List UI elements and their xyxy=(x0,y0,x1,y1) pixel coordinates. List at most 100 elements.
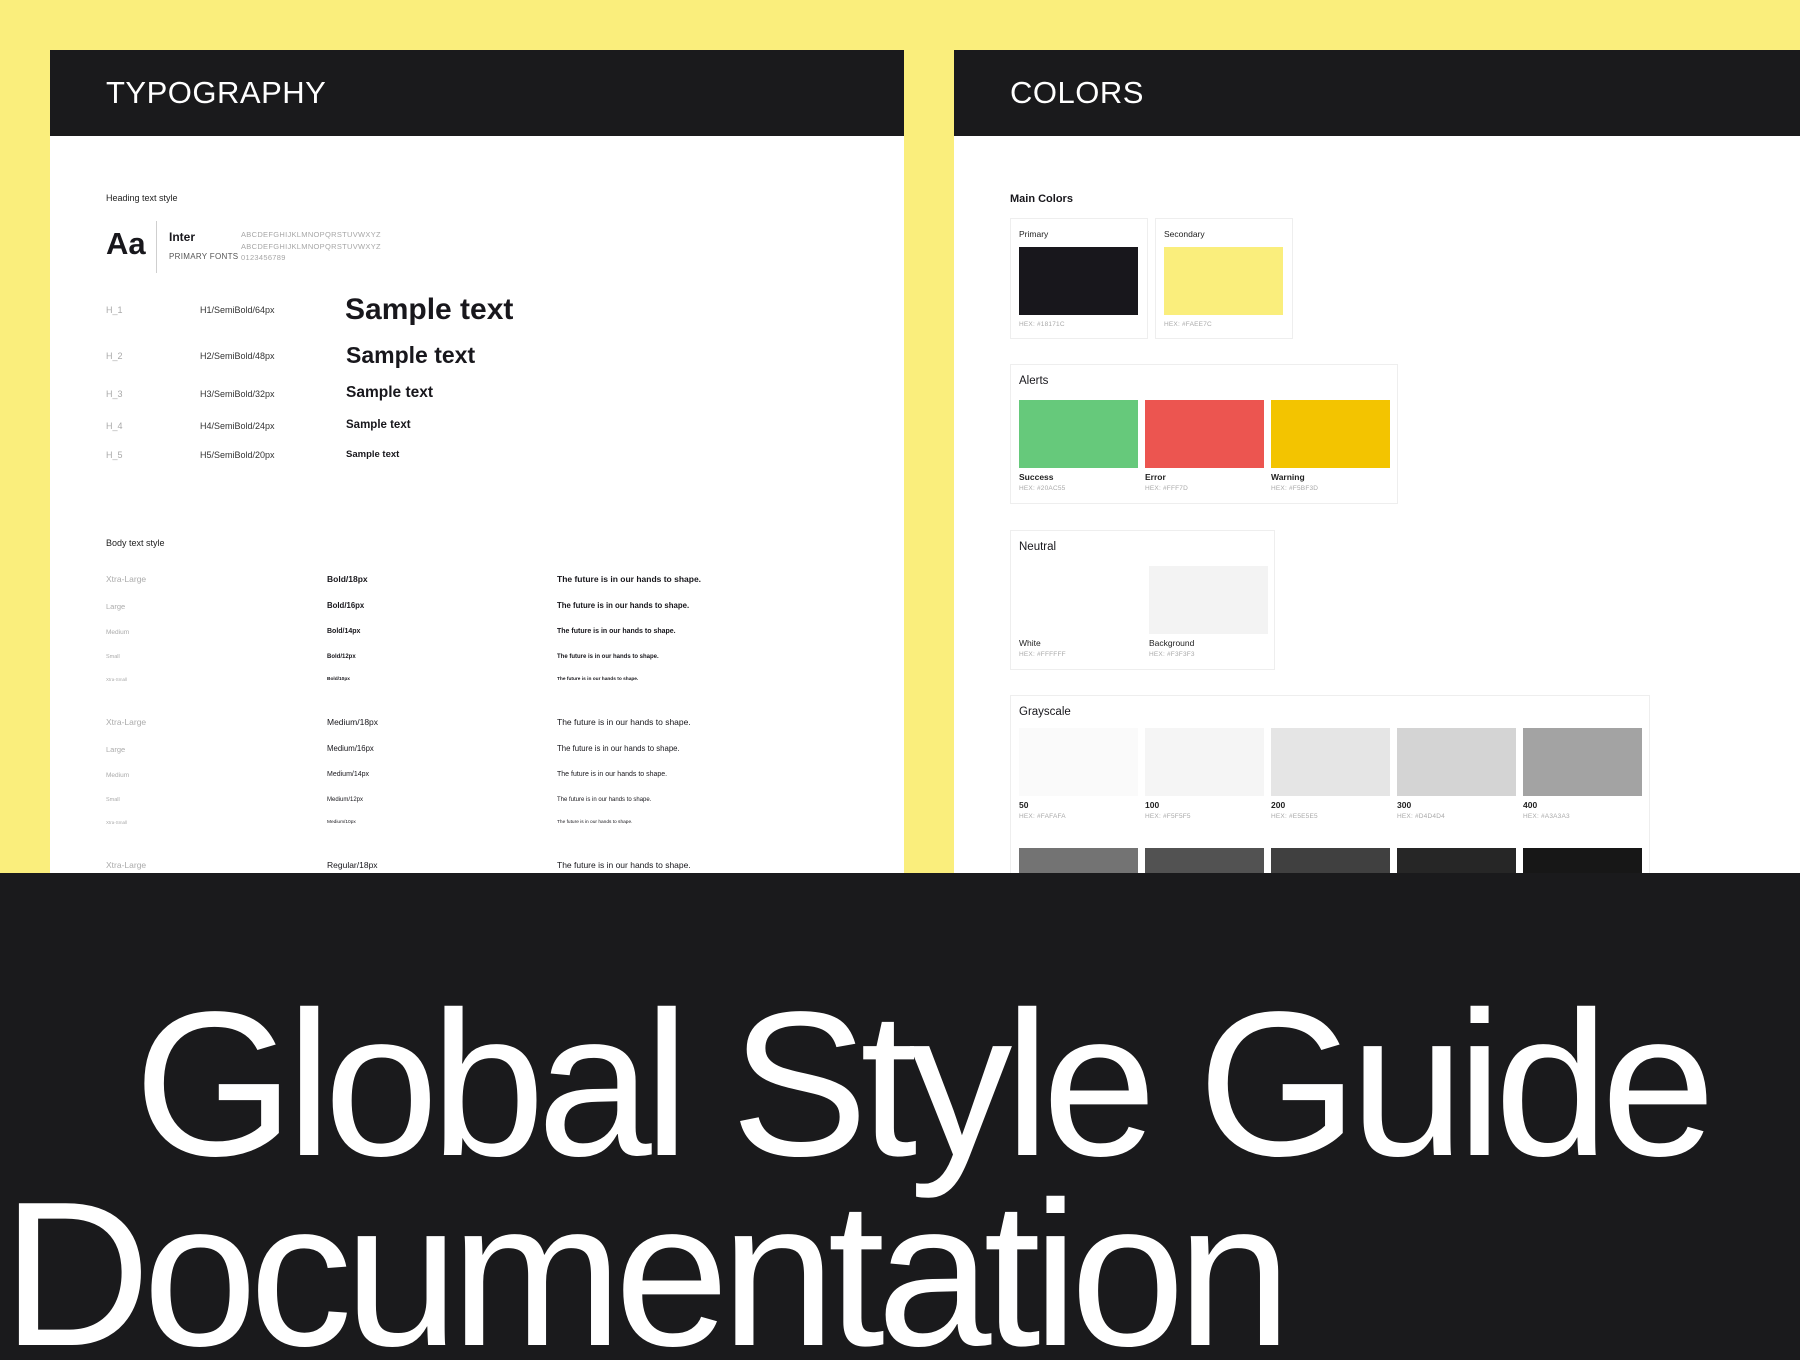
heading-row-spec: H4/SemiBold/24px xyxy=(200,421,275,431)
swatch-hex: HEX: #FFF7D xyxy=(1145,485,1189,492)
body-row-sample: The future is in our hands to shape. xyxy=(557,601,690,610)
warning-swatch xyxy=(1271,400,1390,468)
font-sample: Aa xyxy=(106,226,146,261)
body-row-sample: The future is in our hands to shape. xyxy=(557,574,702,584)
title-banner: Global Style Guide Documentation xyxy=(0,873,1800,1360)
body-row-label: Medium xyxy=(106,629,130,636)
body-row-sample: The future is in our hands to shape. xyxy=(557,677,639,682)
error-swatch xyxy=(1145,400,1264,468)
heading-row-spec: H5/SemiBold/20px xyxy=(200,450,275,460)
swatch-label: 400 xyxy=(1523,800,1538,810)
body-row-label: Xtra-Small xyxy=(106,820,128,825)
body-row-spec: Medium/12px xyxy=(327,797,364,803)
body-row-sample: The future is in our hands to shape. xyxy=(557,771,668,778)
body-row-sample: The future is in our hands to shape. xyxy=(557,654,659,660)
body-row-label: Small xyxy=(106,654,120,660)
swatch-hex: HEX: #F5BF3D xyxy=(1271,485,1319,492)
gray-800-swatch xyxy=(1397,848,1516,873)
body-row-label: Xtra-Small xyxy=(106,677,128,682)
body-section-label: Body text style xyxy=(106,538,165,548)
grayscale-title: Grayscale xyxy=(1019,706,1071,718)
body-row-sample: The future is in our hands to shape. xyxy=(557,820,633,825)
swatch-label: Success xyxy=(1019,472,1054,482)
swatch-label: 50 xyxy=(1019,800,1029,810)
glyph-uppercase: ABCDEFGHIJKLMNOPQRSTUVWXYZ xyxy=(241,230,381,239)
swatch-label: Primary xyxy=(1019,229,1049,239)
secondary-color-card: Secondary HEX: #FAEE7C xyxy=(1155,218,1293,339)
gray-200-swatch xyxy=(1271,728,1390,796)
gray-500-swatch xyxy=(1019,848,1138,873)
gray-50-swatch xyxy=(1019,728,1138,796)
swatch-hex: HEX: #D4D4D4 xyxy=(1397,813,1445,820)
body-row-sample: The future is in our hands to shape. xyxy=(557,797,652,803)
banner-title-line2: Documentation xyxy=(2,1159,1292,1360)
font-divider xyxy=(156,221,157,273)
background-swatch xyxy=(1149,566,1268,634)
white-swatch xyxy=(1019,566,1138,634)
glyph-numbers: 0123456789 xyxy=(241,253,286,262)
swatch-hex: HEX: #F5F5F5 xyxy=(1145,813,1191,820)
typography-panel: TYPOGRAPHY Heading text style Aa Inter P… xyxy=(50,50,904,873)
body-row-spec: Bold/14px xyxy=(327,628,361,635)
heading-sample-h2: Sample text xyxy=(346,342,476,368)
body-row-sample: The future is in our hands to shape. xyxy=(557,744,680,753)
secondary-swatch xyxy=(1164,247,1283,315)
gray-600-swatch xyxy=(1145,848,1264,873)
banner-title-line1: Global Style Guide xyxy=(134,969,1716,1199)
font-glyphs: ABCDEFGHIJKLMNOPQRSTUVWXYZ ABCDEFGHIJKLM… xyxy=(241,229,381,264)
body-row-spec: Bold/18px xyxy=(327,574,368,584)
body-row-spec: Medium/18px xyxy=(327,717,379,727)
body-row-label: Large xyxy=(106,745,126,754)
font-role: PRIMARY FONTS xyxy=(169,252,239,261)
body-row-spec: Bold/12px xyxy=(327,654,356,660)
heading-row-label: H_4 xyxy=(106,421,123,431)
body-row-spec: Medium/16px xyxy=(327,744,374,753)
body-row-spec: Regular/18px xyxy=(327,860,378,870)
primary-swatch xyxy=(1019,247,1138,315)
body-row-label: Small xyxy=(106,797,120,803)
gray-100-swatch xyxy=(1145,728,1264,796)
heading-row-label: H_5 xyxy=(106,450,123,460)
body-row-spec: Bold/16px xyxy=(327,601,365,610)
body-row-sample: The future is in our hands to shape. xyxy=(557,860,691,870)
heading-sample-h4: Sample text xyxy=(346,419,411,431)
swatch-label: Secondary xyxy=(1164,229,1205,239)
grayscale-card: Grayscale 50 HEX: #FAFAFA 100 HEX: #F5F5… xyxy=(1010,695,1650,873)
heading-section-label: Heading text style xyxy=(106,193,178,203)
heading-row-label: H_3 xyxy=(106,389,123,399)
glyph-lowercase: ABCDEFGHIJKLMNOPQRSTUVWXYZ xyxy=(241,241,381,251)
body-row-label: Xtra-Large xyxy=(106,860,147,870)
main-colors-label: Main Colors xyxy=(1010,193,1073,205)
alerts-title: Alerts xyxy=(1019,375,1049,387)
success-swatch xyxy=(1019,400,1138,468)
body-row-sample: The future is in our hands to shape. xyxy=(557,628,676,635)
body-row-label: Large xyxy=(106,602,126,611)
swatch-label: 200 xyxy=(1271,800,1286,810)
heading-row-spec: H2/SemiBold/48px xyxy=(200,351,275,361)
typography-header: TYPOGRAPHY xyxy=(50,50,904,136)
gray-900-swatch xyxy=(1523,848,1642,873)
heading-row-spec: H1/SemiBold/64px xyxy=(200,305,275,315)
swatch-label: Error xyxy=(1145,472,1166,482)
swatch-label: Background xyxy=(1149,638,1195,648)
heading-sample-h3: Sample text xyxy=(346,384,434,401)
heading-row-label: H_1 xyxy=(106,305,123,315)
body-row-sample: The future is in our hands to shape. xyxy=(557,717,691,727)
heading-sample-h1: Sample text xyxy=(345,293,514,326)
colors-panel: COLORS Main Colors Primary HEX: #18171C … xyxy=(954,50,1800,873)
swatch-label: 100 xyxy=(1145,800,1160,810)
swatch-hex: HEX: #FAFAFA xyxy=(1019,813,1066,820)
heading-sample-h5: Sample text xyxy=(346,449,400,460)
gray-700-swatch xyxy=(1271,848,1390,873)
swatch-hex: HEX: #F3F3F3 xyxy=(1149,651,1195,658)
swatch-hex: HEX: #18171C xyxy=(1019,321,1065,328)
swatch-hex: HEX: #20AC55 xyxy=(1019,485,1066,492)
heading-row-spec: H3/SemiBold/32px xyxy=(200,389,275,399)
swatch-hex: HEX: #FAEE7C xyxy=(1164,321,1212,328)
alerts-card: Alerts Success HEX: #20AC55 Error HEX: #… xyxy=(1010,364,1398,504)
swatch-hex: HEX: #A3A3A3 xyxy=(1523,813,1570,820)
swatch-hex: HEX: #FFFFFF xyxy=(1019,651,1066,658)
font-name: Inter xyxy=(169,230,196,244)
heading-row-label: H_2 xyxy=(106,351,123,361)
gray-300-swatch xyxy=(1397,728,1516,796)
